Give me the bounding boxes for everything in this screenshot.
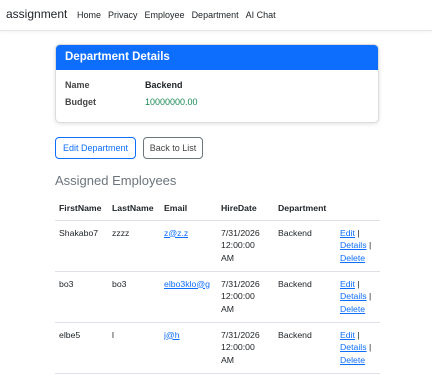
delete-link[interactable]: Delete	[340, 355, 365, 365]
cell-email: z@z.z	[160, 220, 217, 272]
cell-lastname: l	[108, 322, 160, 374]
col-email: Email	[160, 198, 217, 221]
col-department: Department	[274, 198, 336, 221]
nav-link-home[interactable]: Home	[77, 10, 101, 20]
separator: |	[368, 240, 372, 250]
edit-department-button[interactable]: Edit Department	[55, 137, 136, 159]
separator: |	[357, 278, 360, 289]
details-link[interactable]: Details	[340, 291, 367, 301]
table-row: Shakabo7 zzzz z@z.z 7/31/2026 12:00:00 AM …	[55, 220, 380, 272]
department-details-card: Department Details Name Backend Budget 1…	[55, 44, 379, 123]
budget-row: Budget 10000000.00	[65, 93, 198, 110]
cell-hiredate: 7/31/2026 12:00:00 AM	[217, 220, 274, 272]
col-hiredate: HireDate	[217, 198, 274, 221]
cell-firstname: elbe5	[55, 322, 108, 374]
hire-date: 7/31/2026	[221, 227, 260, 238]
email-link[interactable]: elbo3klo@g	[164, 278, 210, 291]
table-header-row: FirstName LastName Email HireDate Depart…	[55, 198, 380, 221]
cell-lastname: bo3	[108, 271, 160, 323]
details-link[interactable]: Details	[340, 342, 367, 352]
nav-link-department[interactable]: Department	[192, 10, 239, 20]
separator: |	[368, 342, 372, 352]
name-value: Backend	[145, 79, 183, 90]
hire-time: 12:00:00	[221, 240, 255, 250]
nav-link-employee[interactable]: Employee	[145, 10, 185, 20]
edit-link[interactable]: Edit	[340, 279, 355, 289]
budget-value: 10000000.00	[145, 96, 198, 107]
brand-link[interactable]: assignment	[6, 7, 67, 21]
nav-link-privacy[interactable]: Privacy	[108, 10, 138, 20]
cell-hiredate: 7/31/2026 12:00:00 AM	[217, 271, 274, 323]
cell-firstname: bo3	[55, 271, 108, 323]
hire-date: 7/31/2026	[221, 278, 260, 289]
email-link[interactable]: z@z.z	[164, 227, 188, 240]
navbar: assignment Home Privacy Employee Departm…	[0, 0, 432, 31]
details-list: Name Backend Budget 10000000.00	[65, 76, 198, 110]
cell-department: Backend	[274, 322, 336, 374]
col-actions	[336, 198, 380, 221]
cell-lastname: zzzz	[108, 220, 160, 272]
hire-date: 7/31/2026	[221, 329, 260, 340]
email-link[interactable]: j@h	[164, 329, 180, 342]
nav-link-ai-chat[interactable]: AI Chat	[246, 10, 276, 20]
assigned-employees-heading: Assigned Employees	[55, 173, 177, 188]
col-firstname: FirstName	[55, 198, 108, 221]
budget-label: Budget	[65, 96, 96, 107]
separator: |	[357, 227, 360, 238]
cell-actions: Edit | Details | Delete	[336, 322, 380, 374]
cell-actions: Edit | Details | Delete	[336, 271, 380, 323]
cell-email: j@h	[160, 322, 217, 374]
table-row: elbe5 l j@h 7/31/2026 12:00:00 AM Backend …	[55, 322, 380, 374]
back-to-list-button[interactable]: Back to List	[143, 137, 203, 159]
separator: |	[368, 291, 372, 301]
cell-actions: Edit | Details | Delete	[336, 220, 380, 272]
hire-time: 12:00:00	[221, 291, 255, 301]
details-link[interactable]: Details	[340, 240, 367, 250]
employees-table: FirstName LastName Email HireDate Depart…	[55, 198, 380, 374]
hire-ampm: AM	[221, 354, 235, 365]
edit-link[interactable]: Edit	[340, 330, 355, 340]
table-row: bo3 bo3 elbo3klo@g 7/31/2026 12:00:00 AM B…	[55, 271, 380, 323]
name-label: Name	[65, 79, 90, 90]
separator: |	[357, 329, 360, 340]
edit-link[interactable]: Edit	[340, 228, 355, 238]
cell-hiredate: 7/31/2026 12:00:00 AM	[217, 322, 274, 374]
card-header: Department Details	[56, 45, 378, 70]
hire-ampm: AM	[221, 303, 235, 314]
cell-department: Backend	[274, 220, 336, 272]
cell-firstname: Shakabo7	[55, 220, 108, 272]
hire-ampm: AM	[221, 252, 235, 263]
name-row: Name Backend	[65, 76, 198, 93]
col-lastname: LastName	[108, 198, 160, 221]
cell-email: elbo3klo@g	[160, 271, 217, 323]
cell-department: Backend	[274, 271, 336, 323]
nav-links: Home Privacy Employee Department AI Chat	[77, 10, 276, 20]
delete-link[interactable]: Delete	[340, 253, 365, 263]
hire-time: 12:00:00	[221, 342, 255, 352]
delete-link[interactable]: Delete	[340, 304, 365, 314]
